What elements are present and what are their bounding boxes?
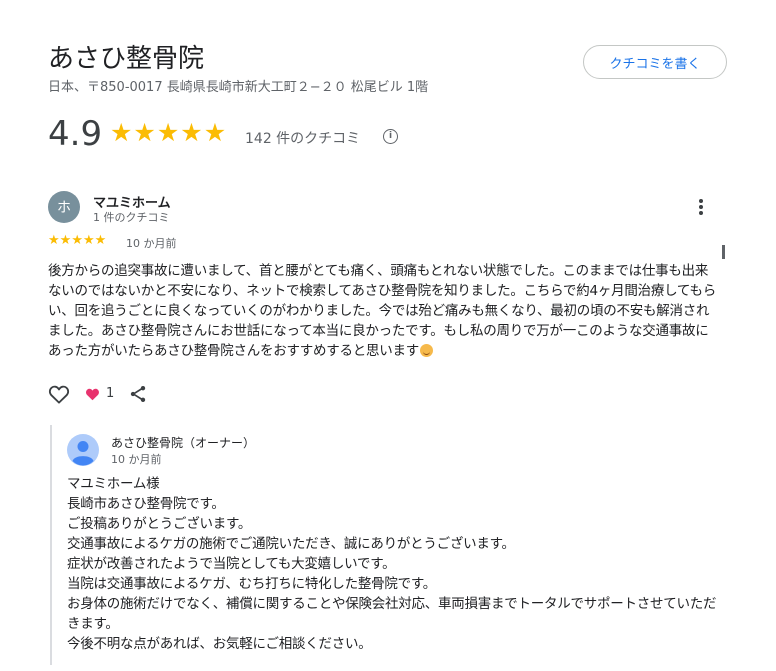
share-icon[interactable]	[128, 384, 148, 404]
reply-line: 当院は交通事故によるケガ、むち打ちに特化した整骨院です。	[67, 576, 436, 592]
info-icon[interactable]: i	[383, 129, 398, 144]
star-icon: ★	[133, 118, 156, 147]
reply-line: 今後不明な点があれば、お気軽にご相談ください。	[67, 636, 372, 652]
owner-reply-text: マユミホーム様 長崎市あさひ整骨院です。 ご投稿ありがとうございます。 交通事故…	[67, 474, 717, 654]
average-rating: 4.9	[48, 114, 103, 154]
star-icon: ★	[180, 118, 203, 147]
smiling-face-icon	[420, 344, 433, 357]
star-icon: ★	[59, 233, 72, 248]
reply-line: 長崎市あさひ整骨院です。	[67, 496, 225, 512]
review-date: 10 か月前	[126, 237, 177, 250]
star-icon: ★	[48, 233, 60, 248]
star-icon: ★	[71, 233, 83, 248]
owner-avatar-icon	[67, 434, 99, 466]
star-icon: ★	[82, 233, 95, 248]
review-text: 後方からの追突事故に遭いまして、首と腰がとても痛く、頭痛もとれない状態でした。こ…	[48, 261, 718, 361]
reply-line: ご投稿ありがとうございます。	[67, 516, 252, 532]
reviewer-review-count: 1 件のクチコミ	[93, 211, 170, 224]
owner-name: あさひ整骨院（オーナー）	[111, 436, 256, 450]
average-rating-stars: ★ ★ ★ ★ ★	[110, 119, 226, 147]
review-stars: ★ ★ ★ ★ ★	[48, 234, 106, 248]
star-icon: ★	[156, 118, 180, 147]
like-heart-outline-icon[interactable]	[48, 384, 70, 404]
owner-reply-divider	[50, 425, 52, 665]
star-icon: ★	[94, 233, 107, 248]
heart-reaction-icon	[86, 388, 99, 401]
owner-reply-date: 10 か月前	[111, 453, 162, 466]
business-address: 日本、〒850-0017 長崎県長崎市新大工町２−２０ 松尾ビル 1階	[48, 80, 429, 95]
reply-line: 交通事故によるケガの施術でご通院いただき、誠にありがとうございます。	[67, 536, 515, 552]
reviewer-avatar[interactable]: ホ	[48, 191, 80, 223]
write-review-button[interactable]: クチコミを書く	[583, 45, 727, 79]
scrollbar-thumb[interactable]	[722, 245, 725, 259]
review-count: 142 件のクチコミ	[245, 131, 361, 147]
reaction-count: 1	[106, 386, 115, 401]
star-icon: ★	[110, 118, 133, 147]
reply-line: お身体の施術だけでなく、補償に関することや保険会社対応、車両損害までトータルでサ…	[67, 596, 717, 632]
star-icon: ★	[203, 118, 227, 147]
reply-line: 症状が改善されたようで当院としても大変嬉しいです。	[67, 556, 396, 572]
reply-line: マユミホーム様	[67, 476, 160, 492]
business-name: あさひ整骨院	[48, 44, 205, 74]
more-vert-icon[interactable]	[692, 198, 710, 218]
review-body: 後方からの追突事故に遭いまして、首と腰がとても痛く、頭痛もとれない状態でした。こ…	[48, 263, 717, 359]
